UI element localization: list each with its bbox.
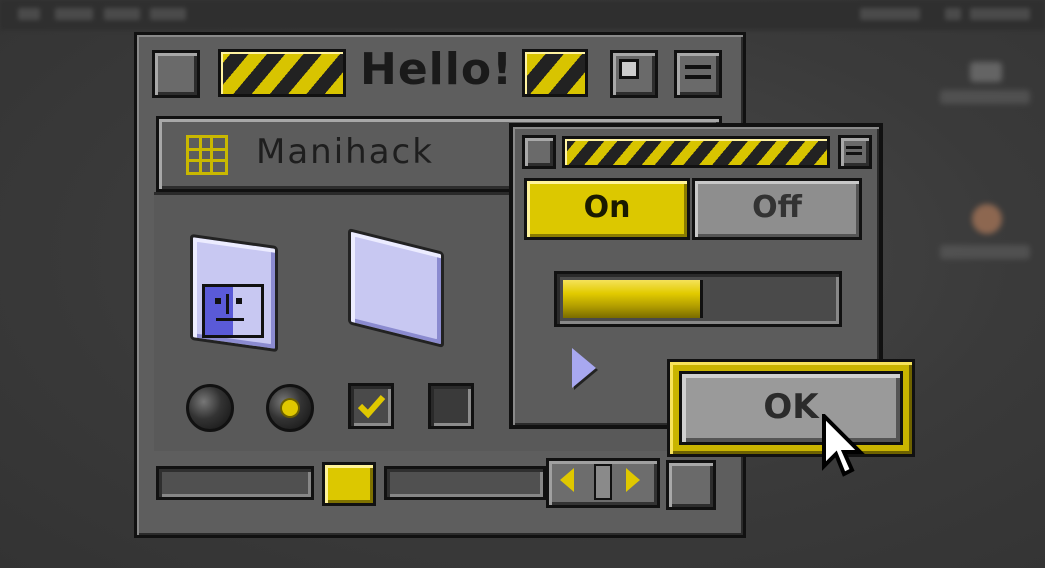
menu-bar xyxy=(0,0,1045,30)
sub-title-stripes xyxy=(562,136,830,168)
scroll-left-icon[interactable] xyxy=(560,468,574,492)
collapse-box[interactable] xyxy=(674,50,722,98)
trash-icon[interactable] xyxy=(940,200,1030,265)
hard-disk-icon[interactable] xyxy=(940,60,1030,110)
ok-button[interactable]: OK xyxy=(679,371,903,445)
radio-button-2[interactable] xyxy=(266,384,314,432)
grid-icon xyxy=(186,135,228,175)
finder-folder-icon[interactable] xyxy=(190,230,290,353)
play-triangle-icon[interactable] xyxy=(572,348,596,388)
title-stripes-right xyxy=(522,49,588,97)
sub-close-box[interactable] xyxy=(522,135,556,169)
scrollbar-track-left[interactable] xyxy=(156,466,314,500)
scroll-divider xyxy=(594,464,612,500)
menu-item[interactable] xyxy=(970,8,1030,20)
menu-clock xyxy=(860,8,920,20)
scrollbar-track-right[interactable] xyxy=(384,466,546,500)
toggle-off-button[interactable]: Off xyxy=(692,178,862,240)
scroll-right-icon[interactable] xyxy=(626,468,640,492)
menu-item[interactable] xyxy=(104,8,140,20)
scrollbar-thumb[interactable] xyxy=(322,462,376,506)
checkmark-icon xyxy=(357,395,386,419)
apple-menu-icon[interactable] xyxy=(18,8,40,20)
title-stripes-left xyxy=(218,49,346,97)
window-title: Hello! xyxy=(360,44,514,95)
progress-fill xyxy=(563,280,703,318)
tab-label: Manihack xyxy=(256,132,434,172)
app-menu-icon[interactable] xyxy=(945,8,961,20)
checkbox-2[interactable] xyxy=(428,383,474,429)
close-box[interactable] xyxy=(152,50,200,98)
radio-button-1[interactable] xyxy=(186,384,234,432)
menu-item[interactable] xyxy=(55,8,93,20)
mouse-pointer-icon xyxy=(822,414,865,477)
resize-box[interactable] xyxy=(666,460,716,510)
zoom-box[interactable] xyxy=(610,50,658,98)
progress-bar xyxy=(554,271,842,327)
folder-icon[interactable] xyxy=(348,228,458,352)
sub-collapse-box[interactable] xyxy=(838,135,872,169)
menu-item[interactable] xyxy=(150,8,186,20)
checkbox-1[interactable] xyxy=(348,383,394,429)
toggle-on-button[interactable]: On xyxy=(524,178,690,240)
